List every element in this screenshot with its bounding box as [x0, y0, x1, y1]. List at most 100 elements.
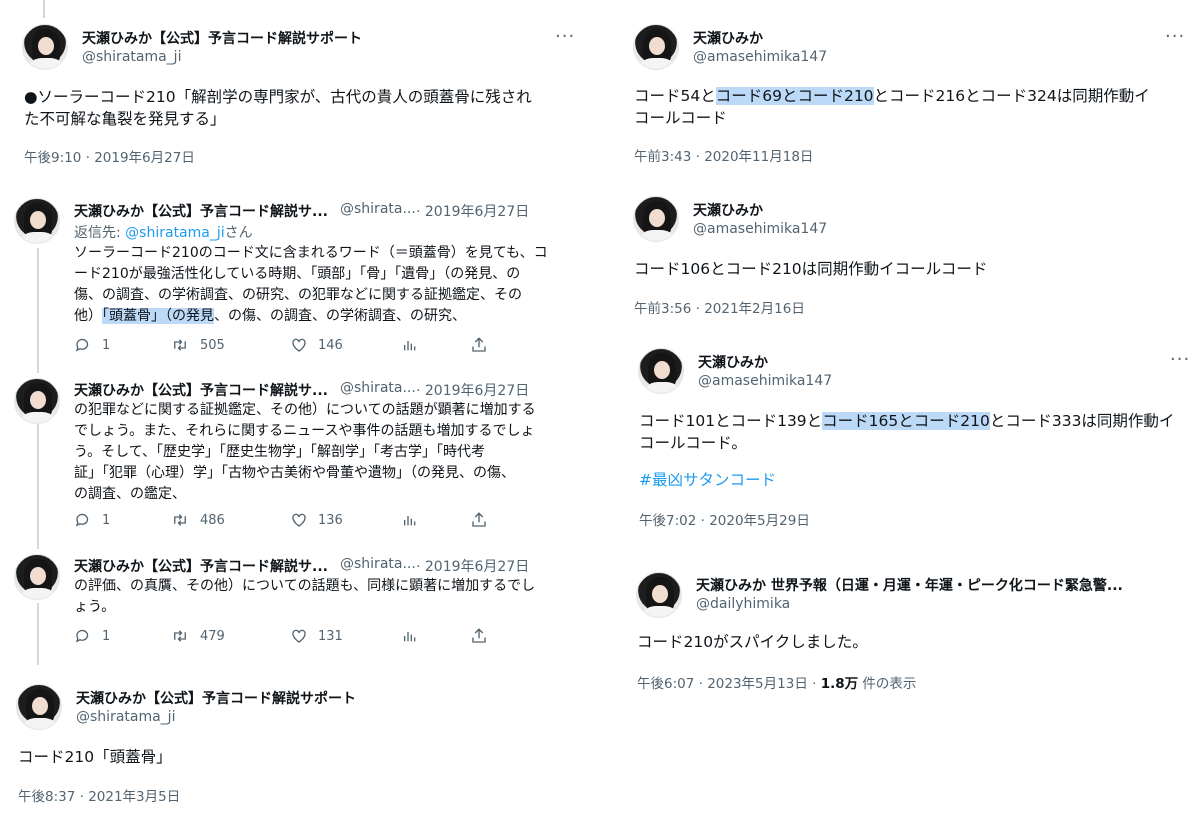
heart-icon	[292, 338, 306, 352]
retweet-button[interactable]: 479	[170, 627, 290, 645]
action-bar: 1 486 136	[74, 511, 488, 529]
retweet-count: 486	[200, 512, 225, 528]
author-handle[interactable]: @shiratama_ji	[76, 709, 175, 725]
tweet-date[interactable]: · 2019年6月27日	[416, 380, 529, 400]
tweet-text: ●ソーラーコード210「解剖学の専門家が、古代の貴人の頭蓋骨に残され た不可解な…	[24, 88, 532, 128]
author-handle[interactable]: @shirata...	[340, 201, 416, 217]
avatar[interactable]	[638, 348, 684, 394]
heart-icon	[292, 629, 306, 643]
tweet-text: コード54とコード69とコード210とコード216とコード324は同期作動イ コ…	[634, 87, 1150, 127]
tweet-timestamp[interactable]: 午後8:37 · 2021年3月5日	[18, 785, 180, 805]
reply-to-link[interactable]: @shiratama_ji	[125, 225, 224, 241]
highlighted-text: 「頭蓋骨」（の発見	[102, 308, 214, 324]
tweet-date[interactable]: · 2019年6月27日	[416, 201, 529, 221]
author-handle[interactable]: @dailyhimika	[696, 596, 790, 612]
share-upload-icon	[472, 512, 486, 527]
hashtag-link[interactable]: #最凶サタンコード	[639, 469, 776, 491]
share-upload-icon	[472, 628, 486, 643]
retweet-button[interactable]: 486	[170, 511, 290, 529]
share-upload-icon	[472, 337, 486, 352]
thread-line	[37, 424, 39, 549]
reply-bubble-icon	[75, 513, 89, 527]
analytics-bars-icon	[404, 516, 416, 526]
reply-button[interactable]: 1	[74, 511, 170, 529]
avatar[interactable]	[633, 196, 679, 242]
share-button[interactable]	[470, 336, 488, 354]
thread-line	[37, 603, 39, 665]
tweet-text: の犯罪などに関する証拠鑑定、その他）についての話題が顕著に増加する でしょう。ま…	[74, 402, 536, 502]
author-name[interactable]: 天瀬ひみか【公式】予言コード解説サポート	[76, 688, 356, 708]
action-bar: 1 479 131	[74, 627, 488, 645]
reply-count: 1	[102, 512, 111, 528]
action-bar: 1 505 146	[74, 336, 488, 354]
retweet-button[interactable]: 505	[170, 336, 290, 354]
tweet-timestamp[interactable]: 午後7:02 · 2020年5月29日	[639, 509, 810, 529]
more-dots-icon[interactable]: ···	[1165, 26, 1185, 47]
like-count: 131	[318, 628, 343, 644]
tweet-text: コード106とコード210は同期作動イコールコード	[634, 260, 988, 278]
retweet-count: 479	[200, 628, 225, 644]
like-count: 146	[318, 337, 343, 353]
author-handle[interactable]: @shirata...	[340, 380, 416, 396]
author-name[interactable]: 天瀬ひみか	[693, 28, 763, 48]
like-button[interactable]: 131	[290, 627, 402, 645]
share-button[interactable]	[470, 511, 488, 529]
avatar[interactable]	[636, 572, 682, 618]
highlighted-text: コード165とコード210	[822, 412, 990, 430]
author-name[interactable]: 天瀬ひみか【公式】予言コード解説サ...	[74, 380, 328, 400]
author-handle[interactable]: @shirata...	[340, 556, 416, 572]
retweet-count: 505	[200, 337, 225, 353]
reply-count: 1	[102, 628, 111, 644]
author-handle[interactable]: @amasehimika147	[698, 373, 832, 389]
more-dots-icon[interactable]: ···	[1170, 349, 1190, 370]
thread-connector-top	[43, 0, 45, 18]
avatar[interactable]	[22, 24, 68, 70]
reply-to-line: 返信先: @shiratama_jiさん	[74, 225, 253, 241]
author-handle[interactable]: @amasehimika147	[693, 221, 827, 237]
tweet-timestamp[interactable]: 午後6:07 · 2023年5月13日 · 1.8万 件の表示	[637, 672, 916, 692]
retweet-icon	[174, 339, 186, 351]
avatar[interactable]	[16, 684, 62, 730]
author-handle[interactable]: @amasehimika147	[693, 49, 827, 65]
analytics-bars-icon	[404, 632, 416, 642]
analytics-button[interactable]	[402, 627, 470, 645]
tweet-text: の評価、の真贋、その他）についての話題も、同様に顕著に増加するでし ょう。	[74, 578, 536, 615]
author-name[interactable]: 天瀬ひみか【公式】予言コード解説サポート	[82, 28, 362, 48]
like-button[interactable]: 136	[290, 511, 402, 529]
retweet-icon	[174, 514, 186, 526]
analytics-bars-icon	[404, 341, 416, 351]
avatar[interactable]	[14, 378, 60, 424]
author-name[interactable]: 天瀬ひみか	[693, 200, 763, 220]
tweet-text: コード210「頭蓋骨」	[18, 748, 172, 766]
author-name[interactable]: 天瀬ひみか 世界予報（日運・月運・年運・ピーク化コード緊急警...	[696, 575, 1123, 595]
highlighted-text: コード69とコード210	[715, 87, 874, 105]
share-button[interactable]	[470, 627, 488, 645]
avatar[interactable]	[14, 554, 60, 600]
avatar[interactable]	[14, 198, 60, 244]
reply-count: 1	[102, 337, 111, 353]
like-button[interactable]: 146	[290, 336, 402, 354]
tweet-text: ソーラーコード210のコード文に含まれるワード（＝頭蓋骨）を見ても、コ ード21…	[74, 245, 548, 324]
author-name[interactable]: 天瀬ひみか【公式】予言コード解説サ...	[74, 201, 328, 221]
tweet-text: コード101とコード139とコード165とコード210とコード333は同期作動イ…	[639, 412, 1175, 452]
more-dots-icon[interactable]: ···	[555, 26, 575, 47]
tweet-date[interactable]: · 2019年6月27日	[416, 556, 529, 576]
avatar[interactable]	[633, 24, 679, 70]
like-count: 136	[318, 512, 343, 528]
analytics-button[interactable]	[402, 336, 470, 354]
author-name[interactable]: 天瀬ひみか	[698, 352, 768, 372]
reply-button[interactable]: 1	[74, 627, 170, 645]
author-handle[interactable]: @shiratama_ji	[82, 49, 181, 65]
author-name[interactable]: 天瀬ひみか【公式】予言コード解説サ...	[74, 556, 328, 576]
tweet-timestamp[interactable]: 午前3:56 · 2021年2月16日	[634, 297, 805, 317]
tweet-text: コード210がスパイクしました。	[637, 633, 868, 651]
reply-bubble-icon	[75, 629, 89, 643]
tweet-timestamp[interactable]: 午後9:10 · 2019年6月27日	[24, 146, 195, 166]
tweet-timestamp[interactable]: 午前3:43 · 2020年11月18日	[634, 145, 813, 165]
reply-bubble-icon	[75, 338, 89, 352]
analytics-button[interactable]	[402, 511, 470, 529]
views-count: 1.8万	[820, 676, 859, 692]
retweet-icon	[174, 630, 186, 642]
thread-line	[37, 248, 39, 373]
reply-button[interactable]: 1	[74, 336, 170, 354]
